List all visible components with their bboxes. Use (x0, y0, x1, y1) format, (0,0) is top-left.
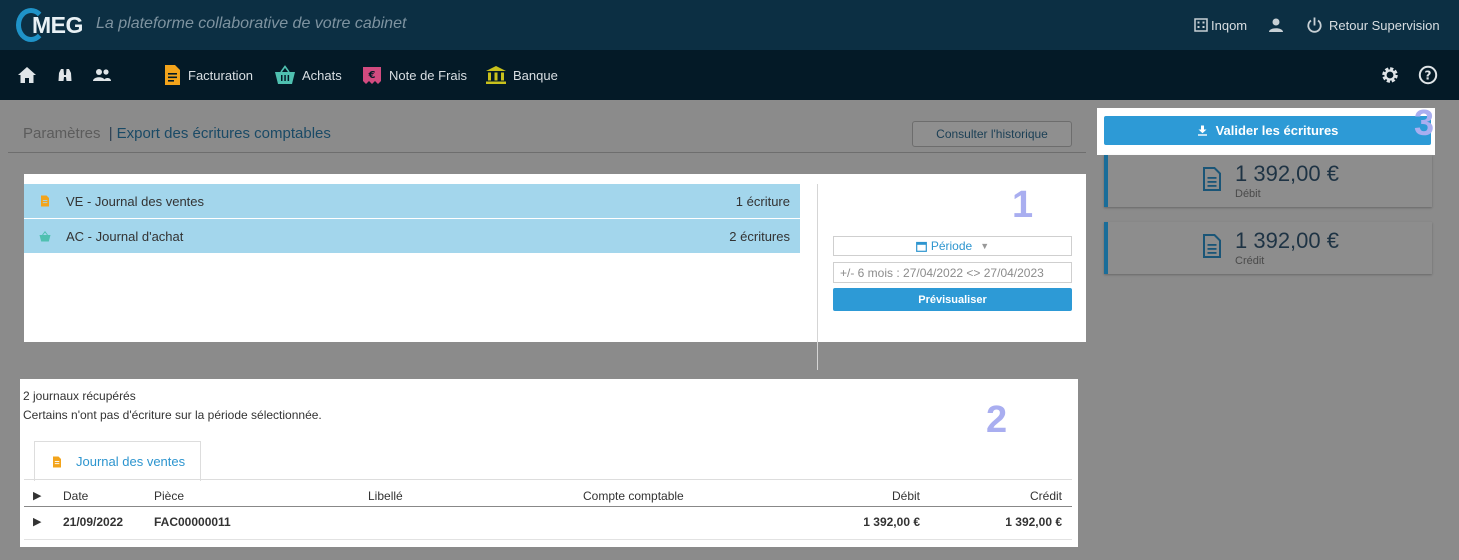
step-marker-2: 2 (986, 399, 1008, 441)
periode-dropdown[interactable]: Période ▼ (833, 236, 1072, 256)
binoculars-button[interactable] (57, 50, 73, 100)
journal-label: AC - Journal d'achat (66, 228, 184, 244)
tab-divider (24, 479, 1072, 480)
breadcrumb: Paramètres | Export des écritures comptab… (23, 125, 331, 142)
row-debit: 1 392,00 € (863, 515, 920, 529)
row-date: 21/09/2022 (63, 515, 124, 529)
document-icon (1203, 167, 1221, 191)
previsualiser-button[interactable]: Prévisualiser (833, 288, 1072, 311)
receipt-icon: € (363, 67, 381, 84)
journal-count: 1 écriture (735, 193, 790, 209)
breadcrumb-current: Export des écritures comptables (116, 125, 331, 142)
document-icon (165, 65, 180, 85)
valider-panel: Valider les écritures 3 (1097, 102, 1435, 155)
row-divider (24, 539, 1072, 540)
download-icon (1197, 125, 1207, 136)
settings-button[interactable] (1380, 50, 1400, 100)
total-debit-amount: 1 392,00 € (1235, 161, 1339, 186)
nav-note-de-frais-label: Note de Frais (389, 67, 468, 83)
periode-label: Période (930, 239, 973, 253)
journal-label: VE - Journal des ventes (66, 193, 205, 209)
column-header-credit[interactable]: Crédit (1030, 489, 1062, 503)
user-menu[interactable] (1268, 0, 1284, 50)
panel-divider (817, 184, 818, 370)
column-header-compte[interactable]: Compte comptable (583, 489, 684, 503)
total-credit-label: Crédit (1235, 255, 1265, 267)
tab-label: Journal des ventes (76, 454, 186, 469)
company-switcher[interactable]: Inqom (1194, 0, 1247, 50)
nav-achats[interactable]: Achats (274, 50, 342, 100)
top-bar: MEG La plateforme collaborative de votre… (0, 0, 1459, 50)
expand-row-icon[interactable]: ▶ (33, 515, 41, 528)
users-button[interactable] (92, 50, 112, 100)
row-credit: 1 392,00 € (1005, 515, 1062, 529)
journal-count: 2 écritures (729, 228, 790, 244)
valider-ecritures-button[interactable]: Valider les écritures (1104, 116, 1431, 145)
logo-text: MEG (32, 12, 83, 38)
help-icon: ? (1418, 65, 1438, 85)
document-icon (53, 456, 61, 467)
breadcrumb-parent[interactable]: Paramètres (23, 125, 101, 142)
tagline: La plateforme collaborative de votre cab… (96, 15, 407, 32)
total-debit-label: Débit (1235, 188, 1261, 200)
nav-facturation-label: Facturation (188, 67, 254, 83)
consulter-historique-button[interactable]: Consulter l'historique (912, 121, 1072, 147)
retour-supervision-button[interactable]: Retour Supervision (1306, 0, 1440, 50)
nav-facturation[interactable]: Facturation (162, 50, 253, 100)
home-button[interactable] (17, 50, 37, 100)
results-summary: 2 journaux récupérés (23, 389, 136, 403)
header-divider (8, 152, 1086, 153)
nav-note-de-frais[interactable]: € Note de Frais (361, 50, 467, 100)
column-header-piece[interactable]: Pièce (154, 489, 184, 503)
journal-row-achats[interactable]: AC - Journal d'achat 2 écritures (24, 219, 800, 253)
nav-banque-label: Banque (513, 67, 558, 83)
power-icon (1307, 17, 1322, 33)
step-marker-1: 1 (1012, 184, 1034, 226)
chevron-down-icon: ▼ (980, 241, 990, 251)
tab-journal-des-ventes[interactable]: Journal des ventes (34, 441, 201, 481)
row-piece: FAC00000011 (154, 515, 231, 529)
column-header-libelle[interactable]: Libellé (368, 489, 403, 503)
breadcrumb-separator: | (108, 125, 113, 142)
calendar-icon (915, 241, 927, 252)
journal-row-ventes[interactable]: VE - Journal des ventes 1 écriture (24, 184, 800, 218)
date-range-field[interactable]: +/- 6 mois : 27/04/2022 <> 27/04/2023 (833, 262, 1072, 283)
home-icon (18, 67, 36, 83)
nav-banque[interactable]: Banque (485, 50, 558, 100)
step-marker-3: 3 (1414, 102, 1435, 143)
expand-all-icon[interactable]: ▶ (33, 489, 41, 502)
valider-label: Valider les écritures (1215, 123, 1339, 138)
basket-icon (275, 65, 295, 84)
column-header-debit[interactable]: Débit (892, 489, 920, 503)
main-nav: Facturation Achats € Note de Frais Banqu… (0, 50, 1459, 100)
binoculars-icon (58, 69, 72, 81)
gear-icon (1382, 67, 1398, 83)
help-button[interactable]: ? (1418, 50, 1438, 100)
header-underline (24, 506, 1072, 507)
retour-label: Retour Supervision (1329, 17, 1440, 33)
document-icon (41, 195, 49, 207)
document-icon (1203, 234, 1221, 258)
meg-logo[interactable]: MEG (16, 6, 88, 44)
column-header-date[interactable]: Date (63, 489, 88, 503)
basket-icon (39, 230, 51, 241)
journals-panel: VE - Journal des ventes 1 écriture AC - … (24, 174, 1086, 370)
building-icon (1194, 18, 1208, 32)
total-debit-card: 1 392,00 € Débit (1104, 155, 1432, 207)
company-name: Inqom (1211, 17, 1248, 33)
svg-text:?: ? (1425, 69, 1432, 83)
users-icon (93, 69, 111, 81)
bank-icon (486, 66, 506, 84)
results-panel: 2 journaux récupérés Certains n'ont pas … (20, 379, 1078, 547)
svg-text:€: € (368, 70, 376, 81)
user-icon (1269, 18, 1283, 32)
results-note: Certains n'ont pas d'écriture sur la pér… (23, 408, 322, 422)
nav-achats-label: Achats (302, 67, 342, 83)
total-credit-amount: 1 392,00 € (1235, 228, 1339, 253)
total-credit-card: 1 392,00 € Crédit (1104, 222, 1432, 274)
